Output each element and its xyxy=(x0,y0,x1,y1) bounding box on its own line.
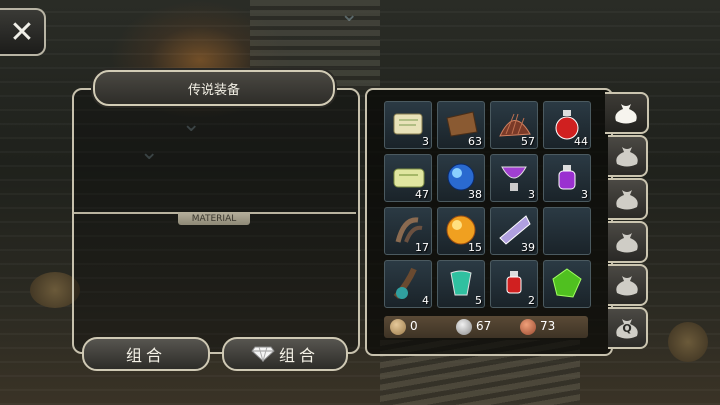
item-count: 2 xyxy=(528,294,535,307)
inventory-slot[interactable]: 3 xyxy=(490,154,538,202)
item-count: 3 xyxy=(581,188,588,201)
tab-bag-2[interactable] xyxy=(608,135,648,177)
inventory-slot[interactable]: 5 xyxy=(437,260,485,308)
small-red-potion-icon xyxy=(506,271,522,294)
inventory-slot[interactable] xyxy=(543,260,591,308)
bronze-coin-value: 0 xyxy=(410,319,418,333)
item-count: 57 xyxy=(521,135,535,148)
floor-arrow-icon: ⌄ xyxy=(340,2,359,27)
item-count: 38 xyxy=(468,188,482,201)
item-count: 47 xyxy=(415,188,429,201)
tab-bag-quest[interactable]: Q xyxy=(608,307,648,349)
inventory-slot[interactable]: 39 xyxy=(490,207,538,255)
quest-tab-label: Q xyxy=(622,322,632,335)
background-barrel xyxy=(668,322,708,362)
inventory-slot[interactable]: 4 xyxy=(384,260,432,308)
silver-coin-value: 67 xyxy=(476,319,492,333)
item-count: 3 xyxy=(528,188,535,201)
inventory-slot[interactable]: 57 xyxy=(490,101,538,149)
inventory-slot[interactable]: 3 xyxy=(543,154,591,202)
bag-icon xyxy=(616,276,638,296)
inventory-slot[interactable] xyxy=(543,207,591,255)
gem-combine-button[interactable]: 组合 xyxy=(222,337,348,371)
silver-coin-icon xyxy=(456,319,472,335)
currency-bar: 0 67 73 xyxy=(384,316,588,338)
inventory-slot[interactable]: 63 xyxy=(437,101,485,149)
bag-icon xyxy=(616,233,638,253)
tab-bag-4[interactable] xyxy=(608,221,648,263)
item-count: 17 xyxy=(415,241,429,254)
tab-bag-3[interactable] xyxy=(608,178,648,220)
scroll-icon xyxy=(393,113,423,135)
item-count: 15 xyxy=(468,241,482,254)
inventory-slot[interactable]: 44 xyxy=(543,101,591,149)
tab-bag-1[interactable] xyxy=(605,92,649,134)
material-label: MATERIAL xyxy=(178,212,250,225)
bronze-coin-icon xyxy=(390,319,406,335)
tab-bag-5[interactable] xyxy=(608,264,648,306)
inventory-slot[interactable]: 15 xyxy=(437,207,485,255)
copper-coin-icon xyxy=(520,319,536,335)
inventory-slot[interactable]: 47 xyxy=(384,154,432,202)
bag-icon xyxy=(615,104,637,124)
item-count: 3 xyxy=(422,135,429,148)
bag-icon xyxy=(616,190,638,210)
item-count: 4 xyxy=(422,294,429,307)
green-gem-icon xyxy=(552,268,582,298)
teal-flask-icon xyxy=(450,270,472,296)
purple-potion-icon xyxy=(558,165,576,190)
inventory-slot[interactable]: 3 xyxy=(384,101,432,149)
close-button[interactable]: ✕ xyxy=(0,8,46,56)
combine-button[interactable]: 组合 xyxy=(82,337,210,371)
purple-chalice-icon xyxy=(501,166,527,191)
item-count: 44 xyxy=(574,135,588,148)
close-x-icon: ✕ xyxy=(9,14,35,50)
bag-icon xyxy=(616,147,638,167)
root-icon xyxy=(393,267,417,299)
panel-title: 传说装备 xyxy=(93,70,335,106)
gem-combine-button-label: 组合 xyxy=(278,346,319,365)
combine-button-label: 组合 xyxy=(125,346,166,365)
copper-coin-value: 73 xyxy=(540,319,556,333)
inventory-slot[interactable]: 2 xyxy=(490,260,538,308)
item-count: 63 xyxy=(468,135,482,148)
inventory-slot[interactable]: 17 xyxy=(384,207,432,255)
diamond-icon xyxy=(251,346,275,362)
inventory-slot[interactable]: 38 xyxy=(437,154,485,202)
item-count: 5 xyxy=(475,294,482,307)
item-count: 39 xyxy=(521,241,535,254)
